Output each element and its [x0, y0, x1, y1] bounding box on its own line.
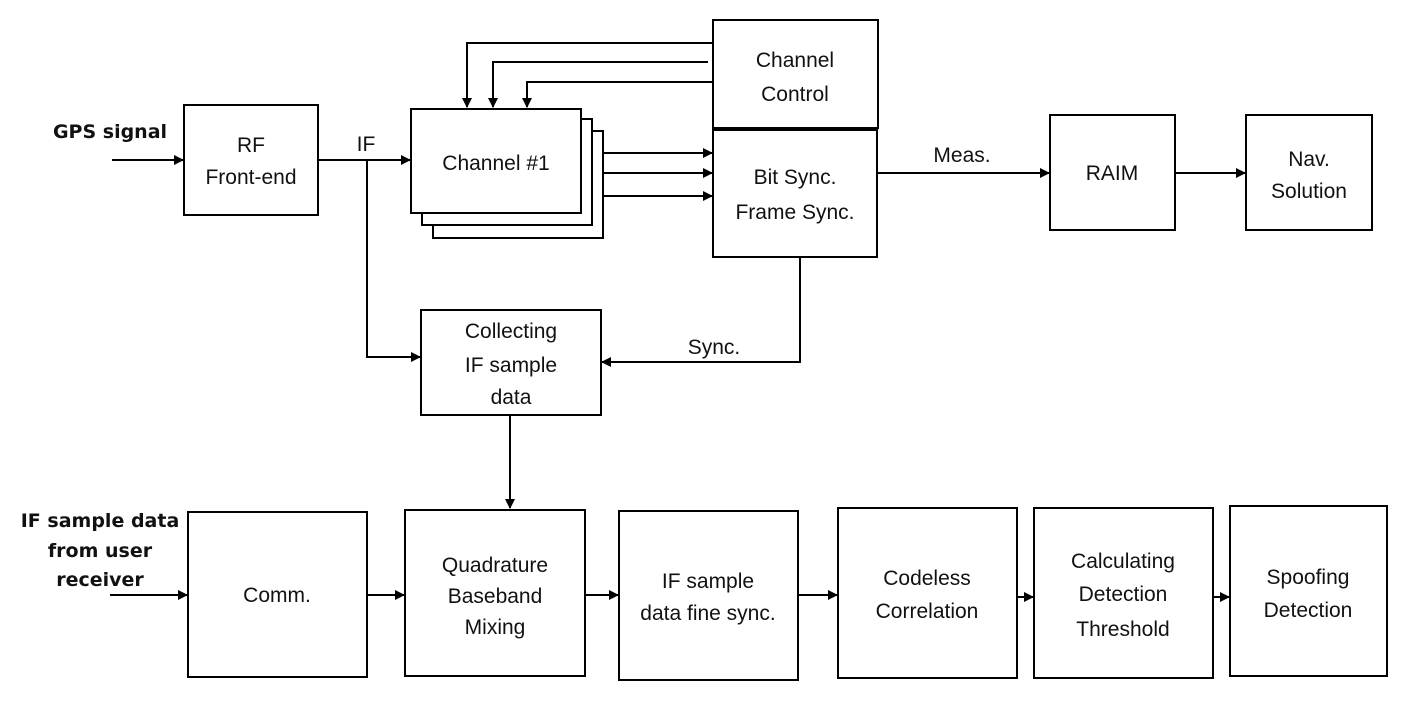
- rf-frontend-block: RF Front-end: [183, 104, 319, 216]
- svg-text:Detection: Detection: [1079, 583, 1168, 606]
- channel-stack-block: Channel #1: [410, 108, 604, 239]
- spoofing-detection-block: Spoofing Detection: [1229, 505, 1388, 677]
- svg-text:Comm.: Comm.: [243, 584, 311, 607]
- collecting-if-block: Collecting IF sample data: [420, 309, 602, 416]
- svg-text:Baseband: Baseband: [448, 585, 543, 608]
- svg-text:Front-end: Front-end: [205, 166, 296, 189]
- svg-text:Channel #1: Channel #1: [442, 152, 549, 175]
- arrow-control-1: [462, 42, 713, 108]
- meas-label: Meas.: [933, 144, 990, 167]
- svg-text:data: data: [491, 386, 532, 409]
- svg-text:Correlation: Correlation: [876, 600, 979, 623]
- arrow-control-3: [522, 81, 713, 108]
- codeless-correlation-block: Codeless Correlation: [837, 507, 1018, 679]
- if-sample-user-label-1: IF sample data: [21, 510, 180, 532]
- detection-threshold-block: Calculating Detection Threshold: [1033, 507, 1214, 679]
- channel-control-block: Channel Control: [712, 19, 879, 129]
- svg-text:data fine sync.: data fine sync.: [640, 602, 775, 625]
- svg-text:Frame Sync.: Frame Sync.: [735, 201, 854, 224]
- quadrature-mixing-block: Quadrature Baseband Mixing: [404, 509, 586, 677]
- svg-text:Quadrature: Quadrature: [442, 554, 548, 577]
- svg-text:Bit Sync.: Bit Sync.: [754, 166, 837, 189]
- svg-text:Calculating: Calculating: [1071, 550, 1175, 573]
- svg-text:Detection: Detection: [1264, 599, 1353, 622]
- nav-solution-block: Nav. Solution: [1245, 114, 1373, 231]
- svg-text:IF sample: IF sample: [662, 570, 754, 593]
- sync-label: Sync.: [688, 336, 741, 359]
- svg-text:RAIM: RAIM: [1086, 162, 1139, 185]
- svg-text:Spoofing: Spoofing: [1267, 566, 1350, 589]
- svg-text:Channel: Channel: [756, 49, 834, 72]
- svg-text:Nav.: Nav.: [1288, 148, 1330, 171]
- if-sample-user-label-3: receiver: [56, 569, 144, 591]
- if-sample-user-label-2: from user: [48, 540, 153, 562]
- raim-block: RAIM: [1049, 114, 1176, 231]
- bit-frame-sync-block: Bit Sync. Frame Sync.: [712, 129, 878, 258]
- svg-text:Threshold: Threshold: [1076, 618, 1169, 641]
- arrow-control-2: [488, 61, 708, 108]
- fine-sync-block: IF sample data fine sync.: [618, 510, 799, 681]
- svg-text:RF: RF: [237, 134, 265, 157]
- svg-text:Collecting: Collecting: [465, 320, 557, 343]
- svg-text:Solution: Solution: [1271, 180, 1347, 203]
- svg-text:Mixing: Mixing: [465, 616, 526, 639]
- block-diagram: GPS signal IF sample data from user rece…: [21, 19, 1388, 681]
- gps-signal-label: GPS signal: [53, 121, 167, 143]
- svg-text:Codeless: Codeless: [883, 567, 971, 590]
- if-label: IF: [357, 133, 376, 156]
- svg-text:IF sample: IF sample: [465, 354, 557, 377]
- comm-block: Comm.: [187, 511, 368, 678]
- svg-text:Control: Control: [761, 83, 829, 106]
